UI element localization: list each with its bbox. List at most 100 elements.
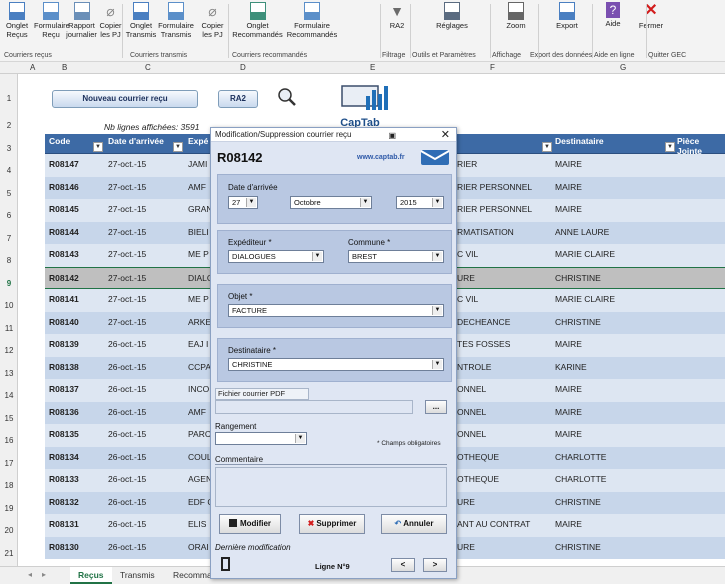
tab-recus[interactable]: Reçus — [70, 567, 112, 584]
cell-exp: BIELI — [188, 226, 209, 237]
day-select[interactable]: 27 ▼ — [228, 196, 258, 209]
cell-exp: AMF — [188, 406, 206, 417]
column-header-f[interactable]: F — [490, 63, 495, 72]
row-number[interactable]: 15 — [0, 414, 18, 423]
ribbon-button-export-12[interactable]: Export — [540, 2, 594, 31]
chevron-down-icon: ▼ — [295, 434, 305, 443]
filter-dropdown-date[interactable]: ▼ — [173, 142, 183, 152]
cell-mid: OTHEQUE — [457, 474, 500, 484]
row-number[interactable]: 14 — [0, 391, 18, 400]
destinataire-select[interactable]: CHRISTINE ▼ — [228, 358, 444, 371]
cell-dest: MAIRE — [555, 159, 582, 169]
close-icon[interactable]: ✕ — [441, 128, 450, 142]
column-header-e[interactable]: E — [370, 63, 375, 72]
cell-dest: ANNE LAURE — [555, 226, 610, 237]
cell-date: 27-oct.-15 — [108, 294, 147, 304]
ribbon-button-help-13[interactable]: ? Aide — [594, 2, 632, 29]
destinataire-label: Destinataire * — [228, 346, 277, 355]
row-number[interactable]: 11 — [0, 324, 18, 333]
filter-dropdown-objet[interactable]: ▼ — [542, 142, 552, 152]
ribbon-button-people-7[interactable]: Onglet Recommandés — [231, 2, 284, 39]
previous-record-button[interactable]: < — [391, 558, 415, 572]
row-number[interactable]: 7 — [0, 234, 18, 243]
ribbon-button-form-5[interactable]: Formulaire Transmis — [158, 2, 194, 39]
column-header-g[interactable]: G — [620, 63, 626, 72]
ra2-button[interactable]: RA2 — [218, 90, 258, 108]
row-number[interactable]: 16 — [0, 436, 18, 445]
rangement-select[interactable]: ▼ — [215, 432, 307, 445]
column-header-b[interactable]: B — [62, 63, 67, 72]
ribbon-button-tools-10[interactable]: Réglages — [412, 2, 492, 31]
cell-dest: MAIRE — [555, 519, 582, 529]
column-header-a[interactable]: A — [30, 63, 35, 72]
sender-panel: Expéditeur * Commune * DIALOGUES ▼ BREST ▼ — [217, 230, 452, 274]
ribbon-button-clip-6[interactable]: ⌀ Copier les PJ — [194, 2, 231, 39]
cancel-button[interactable]: ↶ Annuler — [381, 514, 447, 534]
ribbon-button-folder-0[interactable]: Onglet Reçus — [0, 2, 34, 39]
ribbon-button-label: Rapport journalier — [66, 21, 97, 39]
row-number[interactable]: 19 — [0, 504, 18, 513]
mail-code: R08142 — [217, 150, 263, 165]
row-number[interactable]: 20 — [0, 526, 18, 535]
ribbon-button-zoom-11[interactable]: Zoom — [492, 2, 540, 31]
cell-code: R08142 — [49, 272, 79, 283]
ribbon-button-close-14[interactable]: ✕ Fermer — [632, 2, 670, 31]
filter-dropdown-dest[interactable]: ▼ — [665, 142, 675, 152]
row-number[interactable]: 18 — [0, 481, 18, 490]
column-header-c[interactable]: C — [145, 63, 151, 72]
ribbon-button-form-1[interactable]: Formulaire Reçu — [34, 2, 70, 39]
row-number[interactable]: 3 — [0, 144, 18, 153]
month-select[interactable]: Octobre ▼ — [290, 196, 372, 209]
row-number[interactable]: 21 — [0, 549, 18, 558]
ribbon-button-form-8[interactable]: Formulaire Recommandés — [284, 2, 340, 39]
commentaire-field[interactable] — [215, 467, 447, 507]
row-number[interactable]: 6 — [0, 211, 18, 220]
column-header-d[interactable]: D — [240, 63, 246, 72]
commune-select[interactable]: BREST ▼ — [348, 250, 444, 263]
row-number[interactable]: 4 — [0, 166, 18, 175]
objet-select[interactable]: FACTURE ▼ — [228, 304, 444, 317]
chevron-down-icon: ▼ — [432, 252, 442, 261]
cell-code: R08147 — [49, 159, 79, 169]
tab-transmis[interactable]: Transmis — [112, 567, 163, 584]
delete-button[interactable]: ✖ Supprimer — [299, 514, 365, 534]
row-number[interactable]: 13 — [0, 369, 18, 378]
row-number[interactable]: 9 — [0, 279, 18, 288]
door-exit-icon[interactable] — [219, 556, 233, 572]
row-number[interactable]: 2 — [0, 121, 18, 130]
ribbon-group-label: Courriers recommandés — [232, 52, 308, 59]
row-number[interactable]: 5 — [0, 189, 18, 198]
ribbon-button-folder-4[interactable]: Onglet Transmis — [124, 2, 158, 39]
row-number[interactable]: 17 — [0, 459, 18, 468]
expediteur-select[interactable]: DIALOGUES ▼ — [228, 250, 324, 263]
cell-code: R08135 — [49, 429, 79, 439]
next-record-button[interactable]: > — [423, 558, 447, 572]
filter-dropdown-code[interactable]: ▼ — [93, 142, 103, 152]
row-number[interactable]: 10 — [0, 301, 18, 310]
cell-dest: MAIRE — [555, 406, 582, 417]
year-select[interactable]: 2015 ▼ — [396, 196, 444, 209]
cell-code: R08131 — [49, 519, 79, 529]
pdf-path-field[interactable] — [215, 400, 413, 414]
filter-icon: ▼ — [390, 3, 404, 19]
ribbon-group-label: Quitter GEC — [648, 52, 687, 59]
tab-scroll-left-icon[interactable]: ◂ — [28, 570, 32, 579]
month-value: Octobre — [294, 198, 321, 207]
browse-button[interactable]: ... — [425, 400, 447, 414]
row-number[interactable]: 12 — [0, 346, 18, 355]
tab-scroll-right-icon[interactable]: ▸ — [42, 570, 46, 579]
day-value: 27 — [232, 198, 241, 207]
cell-dest: CHRISTINE — [555, 496, 601, 507]
row-number[interactable]: 8 — [0, 256, 18, 265]
ribbon-separator — [646, 4, 647, 58]
ribbon-button-report-2[interactable]: Rapport journalier — [66, 2, 97, 39]
ribbon-button-clip-3[interactable]: ⌀ Copier les PJ — [97, 2, 124, 39]
row-number[interactable]: 1 — [0, 94, 18, 103]
new-mail-button[interactable]: Nouveau courrier reçu — [52, 90, 198, 108]
search-people-icon[interactable] — [276, 86, 298, 108]
ribbon-button-filter-9[interactable]: ▼ RA2 — [382, 2, 412, 31]
modify-button[interactable]: Modifier — [219, 514, 281, 534]
cell-mid: URE — [457, 272, 475, 283]
pin-icon[interactable]: ▣ — [388, 129, 396, 143]
cell-dest: MAIRE — [555, 204, 582, 214]
